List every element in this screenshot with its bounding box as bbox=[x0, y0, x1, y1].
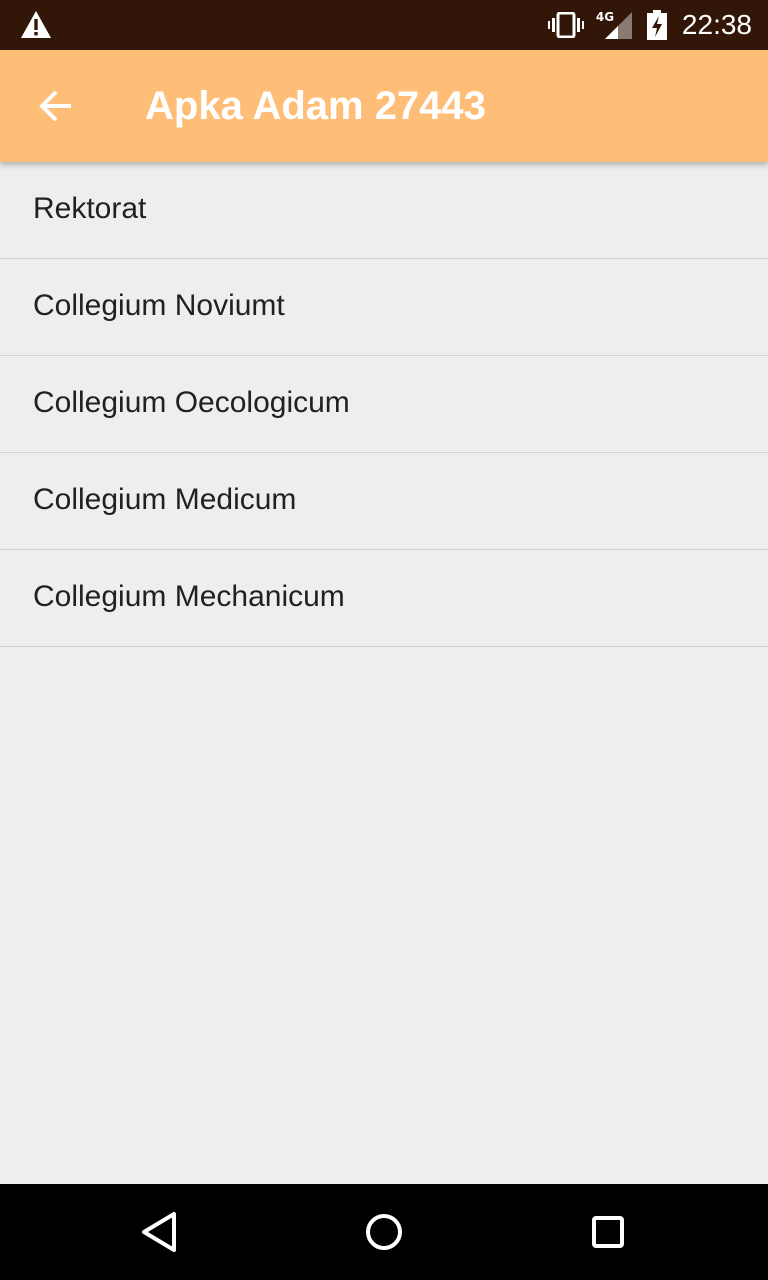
list-item[interactable]: Collegium Mechanicum bbox=[0, 550, 768, 647]
list-item[interactable]: Rektorat bbox=[0, 162, 768, 259]
vibrate-icon bbox=[547, 12, 584, 38]
signal-icon bbox=[604, 12, 632, 39]
nav-home-button[interactable] bbox=[354, 1202, 414, 1262]
arrow-back-icon bbox=[39, 90, 71, 122]
list-item[interactable]: Collegium Noviumt bbox=[0, 259, 768, 356]
nav-recents-icon bbox=[592, 1216, 624, 1248]
navigation-bar bbox=[0, 1184, 768, 1280]
app-bar: Apka Adam 27443 bbox=[0, 50, 768, 162]
signal-indicator: 4G bbox=[596, 10, 632, 40]
list-item[interactable]: Collegium Medicum bbox=[0, 453, 768, 550]
status-bar: 4G 22:38 bbox=[0, 0, 768, 50]
list-item-label: Collegium Oecologicum bbox=[33, 386, 350, 419]
page-title: Apka Adam 27443 bbox=[145, 84, 486, 128]
clock: 22:38 bbox=[681, 9, 752, 40]
list-item-label: Collegium Noviumt bbox=[33, 289, 285, 322]
nav-back-icon bbox=[142, 1212, 176, 1252]
list-item-label: Collegium Medicum bbox=[33, 483, 297, 516]
status-icons: 4G 22:38 bbox=[547, 0, 752, 50]
faculty-list: Rektorat Collegium Noviumt Collegium Oec… bbox=[0, 162, 768, 647]
nav-home-icon bbox=[366, 1214, 402, 1250]
list-item-label: Collegium Mechanicum bbox=[33, 580, 345, 613]
list-item[interactable]: Collegium Oecologicum bbox=[0, 356, 768, 453]
nav-recents-button[interactable] bbox=[578, 1202, 638, 1262]
back-button[interactable] bbox=[24, 74, 88, 138]
nav-back-button[interactable] bbox=[130, 1202, 190, 1262]
battery-charging-icon bbox=[646, 10, 667, 40]
list-item-label: Rektorat bbox=[33, 192, 147, 225]
warning-icon bbox=[21, 11, 51, 38]
